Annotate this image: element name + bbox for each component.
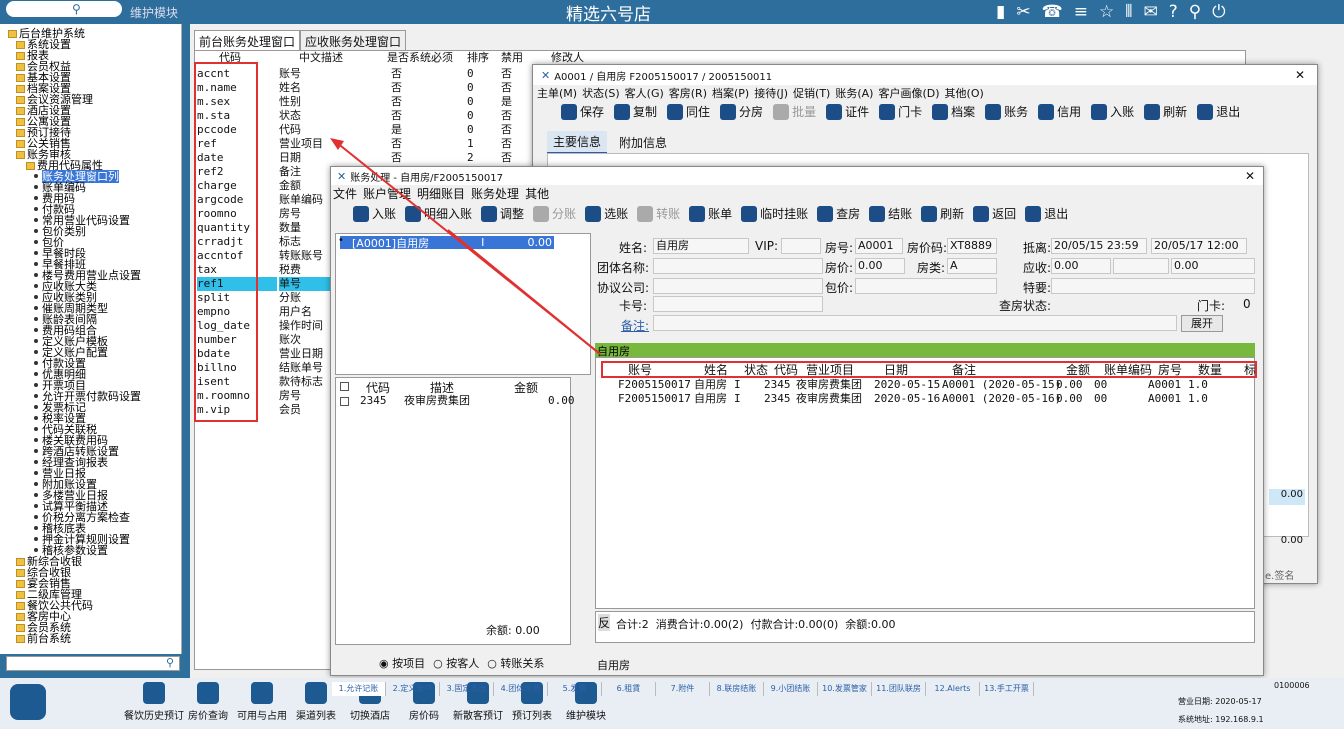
bottom-tab[interactable]: 5.发票 [548, 682, 602, 696]
system-address: 系统地址: 192.168.9.1 [1178, 715, 1264, 724]
status-id: 0100006 [1274, 681, 1310, 690]
launcher-item[interactable]: 餐饮历史预订 [124, 682, 184, 722]
launcher-icon [143, 682, 165, 704]
bottom-tab[interactable]: 7.附件 [656, 682, 710, 696]
bottom-tab[interactable]: 1.允许记账 [332, 682, 386, 696]
bottom-tab[interactable]: 6.租賃 [602, 682, 656, 696]
bottom-tab[interactable]: 10.发票管家 [818, 682, 872, 696]
bottom-tab[interactable]: 12.Alerts [926, 682, 980, 696]
launcher-icon [305, 682, 327, 704]
business-date: 营业日期: 2020-05-17 [1178, 697, 1262, 706]
bottom-tab[interactable]: 4.团体付费 [494, 682, 548, 696]
bottom-tab[interactable]: 3.固定支出 [440, 682, 494, 696]
bottom-tab[interactable]: 9.小团结账 [764, 682, 818, 696]
bottom-tab[interactable]: 2.定义账户 [386, 682, 440, 696]
bottom-tab[interactable]: 8.联房结账 [710, 682, 764, 696]
launcher-icon [251, 682, 273, 704]
bottom-tab[interactable]: 11.团队联房 [872, 682, 926, 696]
annotation-arrows [330, 138, 601, 355]
bottom-tab[interactable]: 13.手工开票 [980, 682, 1034, 696]
home-launcher-icon[interactable] [10, 684, 46, 720]
launcher-icon [197, 682, 219, 704]
launcher-item[interactable]: 可用与占用 [232, 682, 292, 722]
launcher-item[interactable]: 房价查询 [178, 682, 238, 722]
